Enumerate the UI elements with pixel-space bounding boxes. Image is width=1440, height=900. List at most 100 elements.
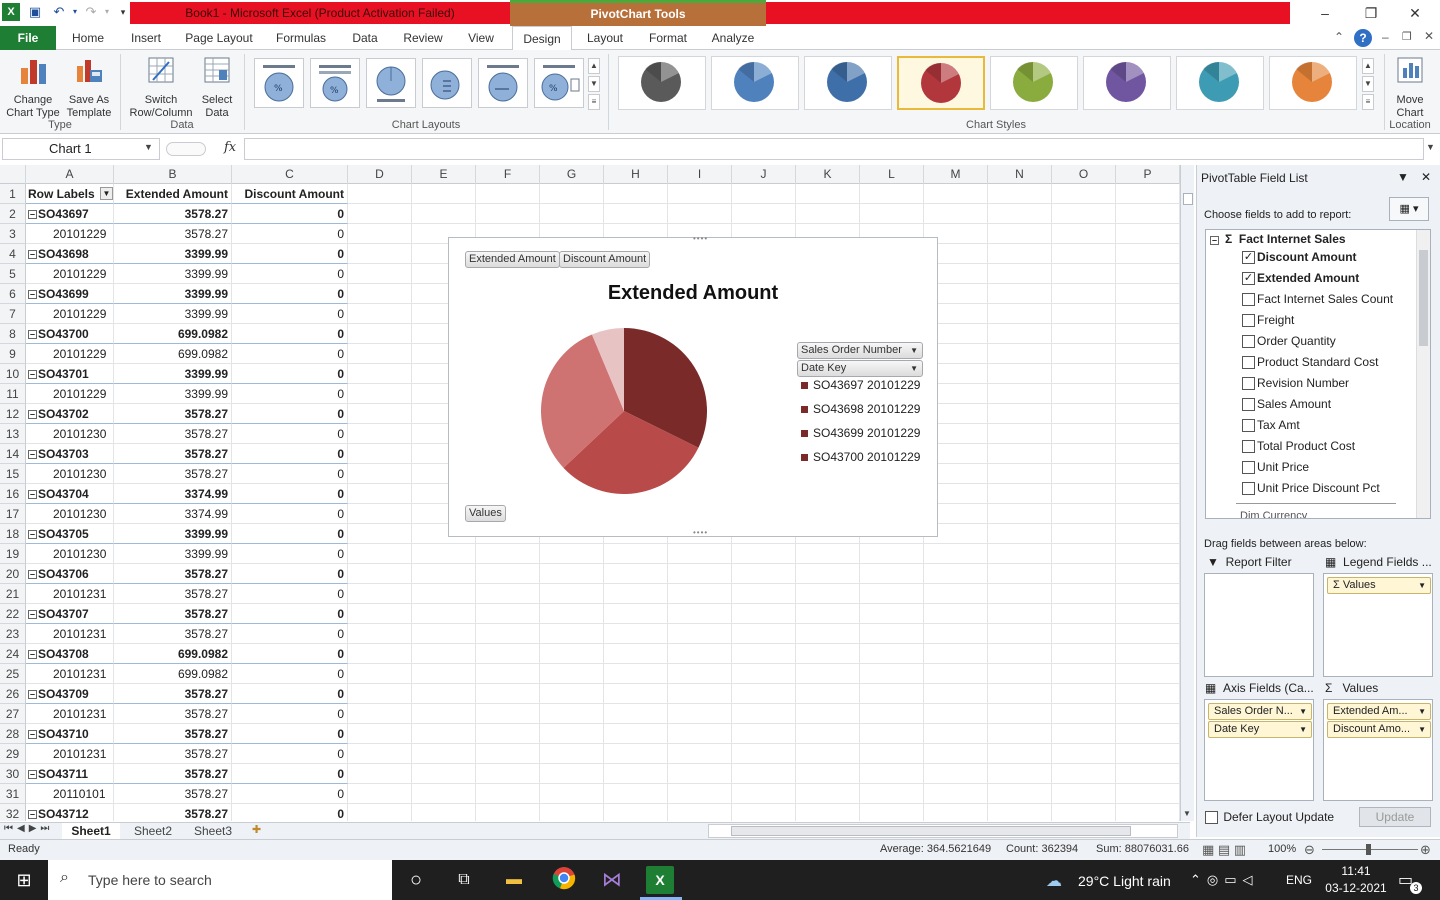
cell[interactable] (476, 564, 540, 584)
cell[interactable] (348, 544, 412, 564)
chart-style-1[interactable] (618, 56, 706, 110)
unchecked-checkbox[interactable] (1242, 398, 1255, 412)
tab-layout[interactable]: Layout (576, 26, 634, 50)
cell[interactable] (668, 644, 732, 664)
cell[interactable] (860, 784, 924, 804)
save-as-template-button[interactable]: Save As Template (62, 54, 116, 120)
chrome-icon[interactable] (550, 866, 578, 894)
row-header[interactable]: 20 (0, 564, 26, 584)
name-box[interactable]: Chart 1 (2, 138, 160, 160)
discount-amount-cell[interactable]: 0 (232, 644, 348, 664)
column-header-i[interactable]: I (668, 165, 732, 184)
cell[interactable] (1116, 424, 1180, 444)
cell[interactable] (540, 184, 604, 204)
cell[interactable] (988, 304, 1052, 324)
cell[interactable] (732, 784, 796, 804)
chart-style-6[interactable] (1083, 56, 1171, 110)
row-header[interactable]: 5 (0, 264, 26, 284)
collapse-group-icon[interactable]: – (28, 290, 37, 300)
cell[interactable] (668, 764, 732, 784)
legend-fields-area[interactable]: Σ Values ▼ (1323, 573, 1433, 677)
cell[interactable] (988, 444, 1052, 464)
column-header-m[interactable]: M (924, 165, 988, 184)
switch-row-column-button[interactable]: Switch Row/Column (126, 54, 196, 120)
defer-layout-update[interactable]: Defer Layout Update (1205, 810, 1334, 825)
cell[interactable] (348, 284, 412, 304)
unchecked-checkbox[interactable] (1242, 293, 1255, 307)
cell[interactable] (988, 744, 1052, 764)
row-header[interactable]: 22 (0, 604, 26, 624)
minimize-button[interactable]: – (1302, 0, 1348, 26)
cell[interactable] (796, 664, 860, 684)
defer-checkbox[interactable] (1205, 811, 1218, 825)
excel-app-icon[interactable]: X (2, 3, 20, 21)
pivot-date-row-label[interactable]: 20101229 (26, 224, 114, 244)
cell[interactable] (924, 684, 988, 704)
workbook-restore-icon[interactable]: ❐ (1402, 30, 1412, 43)
insert-sheet-icon[interactable]: ✚ (252, 823, 261, 836)
row-header[interactable]: 21 (0, 584, 26, 604)
extended-amount-cell[interactable]: 3578.27 (114, 204, 232, 224)
cell[interactable] (668, 544, 732, 564)
cell[interactable] (412, 744, 476, 764)
cell[interactable] (988, 764, 1052, 784)
cell[interactable] (860, 564, 924, 584)
discount-amount-cell[interactable]: 0 (232, 624, 348, 644)
pivot-order-row-label[interactable]: – SO43702 (26, 404, 114, 424)
cell[interactable] (796, 584, 860, 604)
cell[interactable] (988, 244, 1052, 264)
extended-amount-cell[interactable]: 699.0982 (114, 344, 232, 364)
sheet-tab-sheet1[interactable]: Sheet1 (62, 823, 120, 839)
cell[interactable] (348, 764, 412, 784)
row-header[interactable]: 25 (0, 664, 26, 684)
cell[interactable] (412, 784, 476, 804)
cell[interactable] (668, 604, 732, 624)
cell[interactable] (604, 724, 668, 744)
layouts-more[interactable]: ≡ (588, 94, 600, 110)
discount-amount-cell[interactable]: 0 (232, 344, 348, 364)
discount-amount-cell[interactable]: 0 (232, 204, 348, 224)
cell[interactable] (732, 744, 796, 764)
extended-amount-cell[interactable]: 3399.99 (114, 524, 232, 544)
report-filter-area[interactable] (1204, 573, 1314, 677)
chart-style-2[interactable] (711, 56, 799, 110)
chart-style-8[interactable] (1269, 56, 1357, 110)
legend-entry[interactable]: SO43699 20101229 (801, 426, 920, 440)
cell[interactable] (540, 704, 604, 724)
cell[interactable] (860, 544, 924, 564)
cell[interactable] (668, 184, 732, 204)
discount-amount-cell[interactable]: 0 (232, 784, 348, 804)
cell[interactable] (604, 704, 668, 724)
cell[interactable] (1052, 704, 1116, 724)
row-header[interactable]: 31 (0, 784, 26, 804)
pivot-date-row-label[interactable]: 20101230 (26, 504, 114, 524)
cell[interactable] (988, 644, 1052, 664)
clock-time[interactable]: 11:41 (1326, 864, 1386, 878)
sheet-tab-sheet2[interactable]: Sheet2 (124, 823, 182, 839)
change-chart-type-button[interactable]: Change Chart Type (4, 54, 62, 120)
extended-amount-cell[interactable]: 3578.27 (114, 784, 232, 804)
cell[interactable] (988, 624, 1052, 644)
cell[interactable] (476, 584, 540, 604)
name-box-dropdown-icon[interactable]: ▼ (144, 142, 153, 152)
cell[interactable] (860, 764, 924, 784)
cell[interactable] (988, 224, 1052, 244)
cell[interactable] (412, 764, 476, 784)
field-item[interactable]: Total Product Cost (1242, 436, 1355, 457)
cell[interactable] (924, 604, 988, 624)
cell[interactable] (796, 604, 860, 624)
cell[interactable] (1116, 644, 1180, 664)
cell[interactable] (476, 784, 540, 804)
cell[interactable] (540, 764, 604, 784)
cell[interactable] (860, 604, 924, 624)
cell[interactable] (668, 744, 732, 764)
extended-amount-cell[interactable]: 3578.27 (114, 404, 232, 424)
field-item[interactable]: Fact Internet Sales Count (1242, 289, 1393, 310)
cell[interactable] (476, 764, 540, 784)
extended-amount-cell[interactable]: 3578.27 (114, 744, 232, 764)
cell[interactable] (604, 684, 668, 704)
cell[interactable] (604, 204, 668, 224)
cell[interactable] (1052, 544, 1116, 564)
cell[interactable] (988, 364, 1052, 384)
cell[interactable] (668, 664, 732, 684)
